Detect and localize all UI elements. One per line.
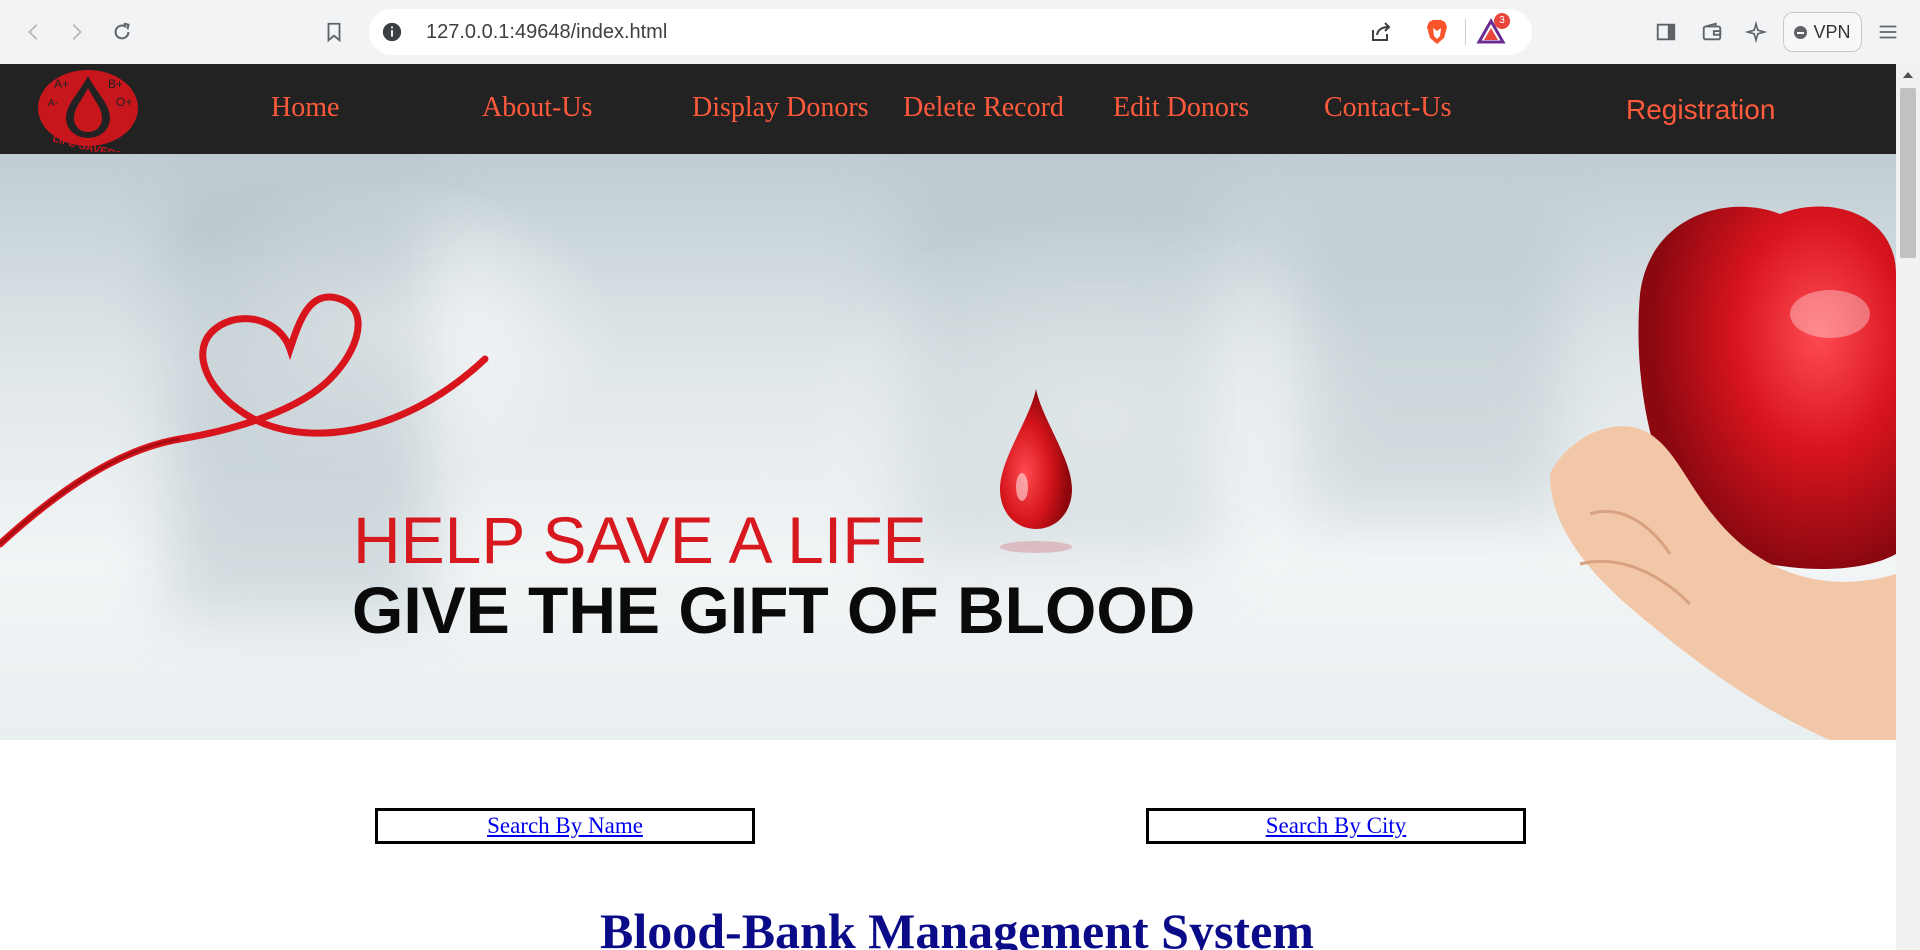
- nav-contact-us[interactable]: Contact-Us: [1324, 92, 1452, 124]
- page-viewport: A+ B+ A- O+ LIFE SAVERS Home About-Us Di…: [0, 64, 1896, 950]
- svg-text:B+: B+: [108, 77, 123, 91]
- nav-delete-record[interactable]: Delete Record: [903, 92, 1064, 124]
- nav-edit-donors[interactable]: Edit Donors: [1113, 92, 1249, 124]
- share-icon[interactable]: [1369, 20, 1393, 44]
- back-button[interactable]: [16, 14, 52, 50]
- vpn-label: VPN: [1813, 21, 1851, 42]
- arrow-left-icon: [28, 24, 38, 40]
- leo-ai-icon: [1745, 21, 1767, 43]
- vpn-status-icon: [1794, 25, 1808, 39]
- hero-banner: HELP SAVE A LIFE GIVE THE GIFT OF BLOOD: [0, 154, 1896, 740]
- hamburger-menu-icon: [1879, 25, 1897, 39]
- nav-about-us[interactable]: About-Us: [482, 92, 592, 124]
- brave-shield-icon[interactable]: [1423, 18, 1451, 46]
- scrollbar-thumb[interactable]: [1900, 88, 1916, 258]
- sidebar-button[interactable]: [1648, 14, 1684, 50]
- search-by-name-box[interactable]: Search By Name: [375, 808, 755, 844]
- rewards-badge: 3: [1494, 13, 1510, 29]
- nav-home[interactable]: Home: [271, 92, 339, 124]
- menu-button[interactable]: [1870, 14, 1906, 50]
- browser-toolbar: 127.0.0.1:49648/index.html 3 VPN: [0, 0, 1920, 64]
- hand-holding-heart-image: [1550, 206, 1896, 740]
- search-by-city-box[interactable]: Search By City: [1146, 808, 1526, 844]
- nav-registration[interactable]: Registration: [1626, 94, 1775, 126]
- bookmark-button[interactable]: [316, 14, 352, 50]
- search-by-city-link[interactable]: Search By City: [1266, 813, 1407, 839]
- site-navbar: A+ B+ A- O+ LIFE SAVERS Home About-Us Di…: [0, 64, 1896, 154]
- bookmark-icon: [327, 22, 341, 43]
- wallet-button[interactable]: [1694, 14, 1730, 50]
- blood-drop-image: [1000, 389, 1072, 553]
- vpn-button[interactable]: VPN: [1783, 12, 1862, 52]
- sidebar-icon: [1656, 23, 1676, 41]
- svg-text:A-: A-: [48, 98, 58, 109]
- arrow-right-icon: [72, 24, 82, 40]
- page-scrollbar[interactable]: [1896, 64, 1920, 950]
- leo-ai-button[interactable]: [1738, 14, 1774, 50]
- url-text[interactable]: 127.0.0.1:49648/index.html: [426, 21, 667, 44]
- svg-text:O+: O+: [116, 95, 132, 109]
- hero-headline: HELP SAVE A LIFE: [353, 503, 927, 577]
- omnibox-divider: [1465, 19, 1466, 45]
- reload-button[interactable]: [104, 14, 140, 50]
- life-savers-logo[interactable]: A+ B+ A- O+ LIFE SAVERS: [36, 66, 144, 152]
- info-icon[interactable]: [381, 21, 403, 43]
- scroll-up-arrow-icon[interactable]: [1903, 72, 1913, 78]
- forward-button[interactable]: [58, 14, 94, 50]
- svg-text:A+: A+: [54, 77, 69, 91]
- page-title: Blood-Bank Management System: [600, 903, 1314, 950]
- background-blur: [1300, 214, 1560, 514]
- hero-subheadline: GIVE THE GIFT OF BLOOD: [352, 573, 1196, 647]
- search-by-name-link[interactable]: Search By Name: [487, 813, 643, 839]
- wallet-icon: [1702, 22, 1722, 41]
- nav-display-donors[interactable]: Display Donors: [692, 92, 869, 124]
- reload-icon: [114, 22, 130, 40]
- address-bar[interactable]: 127.0.0.1:49648/index.html 3: [369, 9, 1532, 55]
